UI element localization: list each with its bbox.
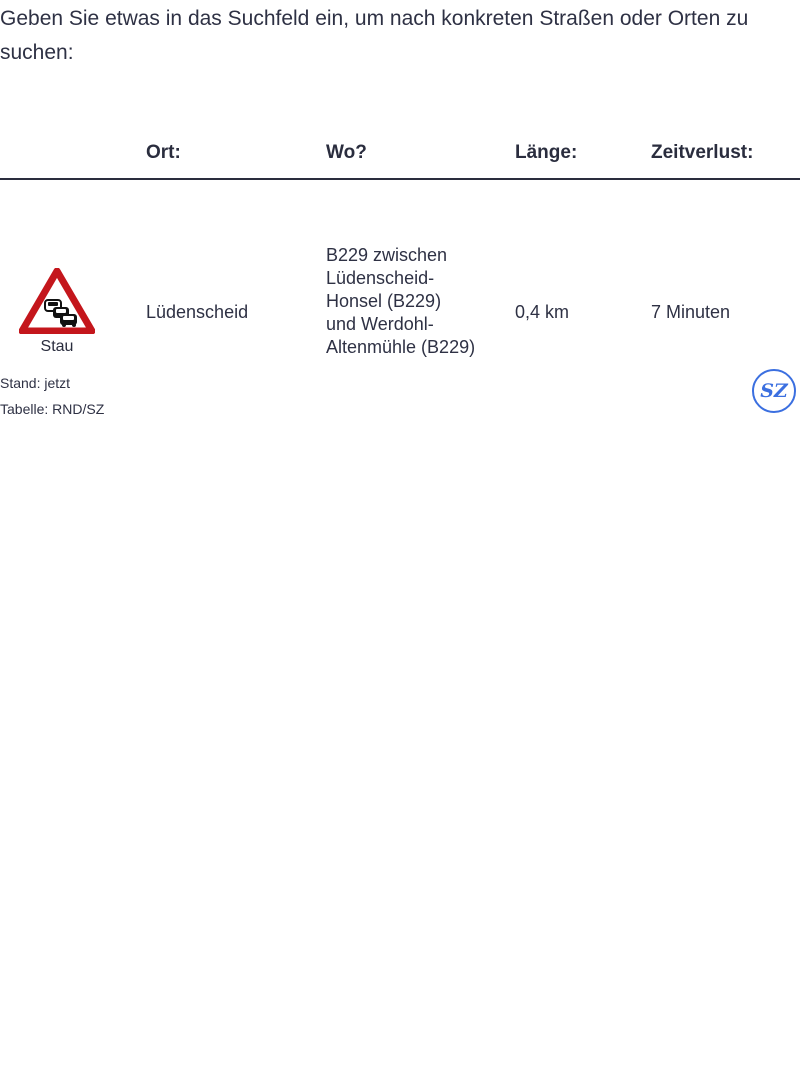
source-credit: Tabelle: RND/SZ [0,401,105,417]
logo-text: SZ [760,380,788,402]
incident-type-cell: Stau [18,268,96,356]
cell-wo: B229 zwischen Lüdenscheid-Honsel (B229) … [326,245,476,357]
cell-ort: Lüdenscheid [146,302,249,322]
table-header-row: Ort: Wo? Länge: Zeitverlust: [0,130,800,180]
header-wo: Wo? [326,142,367,163]
intro-text: Geben Sie etwas in das Suchfeld ein, um … [0,7,749,64]
status-timestamp: Stand: jetzt [0,375,71,391]
traffic-jam-warning-sign-icon [19,268,95,334]
sz-logo-icon: SZ [752,369,796,413]
traffic-table: Ort: Wo? Länge: Zeitverlust: Stau Lüdens… [0,130,800,357]
cell-laenge: 0,4 km [515,302,570,322]
header-laenge: Länge: [515,142,578,163]
table-row: Stau Lüdenscheid B229 zwischen Lüdensche… [0,180,800,357]
cell-zeitverlust: 7 Minuten [651,302,731,322]
incident-type-label: Stau [40,338,74,355]
header-ort: Ort: [146,142,181,163]
header-zeitverlust: Zeitverlust: [651,142,754,163]
